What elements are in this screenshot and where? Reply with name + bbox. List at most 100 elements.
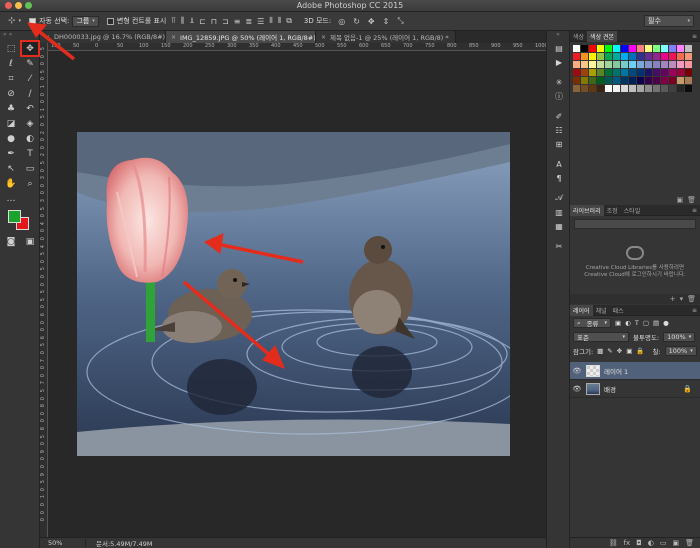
new-group-icon[interactable]: ▭: [660, 539, 667, 547]
color-swatch[interactable]: [589, 85, 596, 92]
info-panel-icon[interactable]: ⓘ: [547, 89, 571, 103]
scale-3d-icon[interactable]: ⤡: [397, 16, 403, 26]
link-layers-icon[interactable]: ⛓: [609, 539, 618, 547]
opacity-input[interactable]: 100% ▾: [663, 332, 696, 342]
color-swatch[interactable]: [645, 61, 652, 68]
orbit-3d-icon[interactable]: ◎: [338, 17, 345, 26]
color-swatch[interactable]: [677, 53, 684, 60]
add-mask-icon[interactable]: ◘: [636, 539, 642, 547]
marquee-tool-icon[interactable]: ⬚: [2, 41, 20, 56]
layer-filter-dropdown[interactable]: ⌕ 종류 ▾: [573, 318, 611, 328]
clone-stamp-tool-icon[interactable]: ♣: [2, 101, 20, 116]
lock-image-icon[interactable]: ✎: [607, 347, 612, 355]
tab-channels[interactable]: 채널: [593, 305, 610, 316]
color-swatch[interactable]: [653, 45, 660, 52]
close-tab-icon[interactable]: ×: [171, 34, 176, 41]
align-hcenter-icon[interactable]: ⊓: [211, 17, 217, 26]
visibility-eye-icon[interactable]: 👁: [570, 385, 584, 393]
character-panel-icon[interactable]: A: [547, 157, 571, 171]
tab-adjustments[interactable]: 조정: [604, 205, 621, 216]
close-tab-icon[interactable]: ×: [321, 34, 326, 41]
roll-3d-icon[interactable]: ↻: [353, 17, 360, 26]
color-swatch[interactable]: [637, 69, 644, 76]
color-swatch[interactable]: [589, 53, 596, 60]
delete-swatch-icon[interactable]: 🗑: [687, 196, 696, 204]
color-swatch[interactable]: [685, 85, 692, 92]
color-swatch[interactable]: [629, 69, 636, 76]
fill-input[interactable]: 100% ▾: [664, 346, 697, 356]
tab-document-2[interactable]: × IMG_12859.JPG @ 50% (레이어 1, RGB/8#) *: [166, 31, 316, 43]
filter-shape-icon[interactable]: ▢: [643, 319, 649, 327]
color-swatch[interactable]: [661, 61, 668, 68]
color-swatch[interactable]: [637, 45, 644, 52]
color-swatch[interactable]: [597, 61, 604, 68]
dodge-tool-icon[interactable]: ◐: [21, 131, 39, 146]
color-swatch[interactable]: [677, 85, 684, 92]
color-swatch[interactable]: [597, 77, 604, 84]
filter-adjustment-icon[interactable]: ◐: [625, 319, 631, 327]
color-swatch[interactable]: [621, 77, 628, 84]
adjustments-panel-icon[interactable]: ✳: [547, 75, 571, 89]
color-swatch[interactable]: [621, 69, 628, 76]
color-swatch[interactable]: [581, 61, 588, 68]
layer-row-background[interactable]: 👁 배경 🔒: [570, 380, 700, 398]
horizontal-ruler[interactable]: 1005005010015020025030035040045050055060…: [48, 43, 546, 51]
color-swatch[interactable]: [637, 85, 644, 92]
color-swatch[interactable]: [677, 77, 684, 84]
document-canvas[interactable]: [77, 132, 510, 456]
filter-toggle-icon[interactable]: ●: [663, 319, 669, 327]
distribute-top-icon[interactable]: ≡: [234, 17, 241, 26]
glyphs-panel-icon[interactable]: 𝒜: [547, 191, 571, 205]
color-swatch[interactable]: [613, 53, 620, 60]
color-swatch[interactable]: [573, 85, 580, 92]
paragraph-panel-icon[interactable]: ¶: [547, 171, 571, 185]
color-swatch[interactable]: [605, 45, 612, 52]
distribute-vcenter-icon[interactable]: ≣: [245, 17, 252, 26]
lock-position-icon[interactable]: ✥: [617, 347, 622, 355]
color-swatch[interactable]: [629, 77, 636, 84]
color-swatch[interactable]: [629, 45, 636, 52]
healing-brush-tool-icon[interactable]: ⊘: [2, 86, 20, 101]
tab-swatches[interactable]: 색상 견본: [587, 30, 618, 42]
lock-all-icon[interactable]: 🔒: [636, 347, 644, 355]
color-swatch[interactable]: [589, 61, 596, 68]
filter-pixel-icon[interactable]: ▣: [615, 319, 621, 327]
color-swatch[interactable]: [613, 45, 620, 52]
tab-layers[interactable]: 레이어: [570, 304, 593, 316]
workspace-switcher[interactable]: 필수 ▾: [644, 15, 694, 27]
lock-transparent-icon[interactable]: ▩: [597, 347, 603, 355]
tab-paths[interactable]: 패스: [610, 305, 627, 316]
brushes-panel-icon[interactable]: ✐: [547, 109, 571, 123]
color-swatch[interactable]: [669, 77, 676, 84]
color-swatch[interactable]: [685, 61, 692, 68]
filter-smart-object-icon[interactable]: ▤: [653, 319, 659, 327]
color-swatch[interactable]: [685, 45, 692, 52]
foreground-color-swatch[interactable]: [8, 210, 21, 223]
layer-row-layer-1[interactable]: 👁 레이어 1: [570, 362, 700, 380]
history-brush-tool-icon[interactable]: ↶: [21, 101, 39, 116]
color-swatch[interactable]: [573, 69, 580, 76]
new-layer-icon[interactable]: ▣: [672, 539, 679, 547]
color-swatch[interactable]: [581, 45, 588, 52]
swatches-grid[interactable]: [570, 42, 700, 92]
auto-align-icon[interactable]: ⧉: [286, 16, 292, 26]
color-swatch[interactable]: [573, 45, 580, 52]
edit-toolbar-icon[interactable]: …: [2, 191, 20, 206]
color-swatch[interactable]: [677, 69, 684, 76]
visibility-eye-icon[interactable]: 👁: [570, 367, 584, 375]
notes-panel-icon[interactable]: ▦: [547, 219, 571, 233]
distribute-left-icon[interactable]: ⦀: [269, 16, 273, 26]
new-adjustment-icon[interactable]: ◐: [648, 539, 654, 547]
color-swatch[interactable]: [573, 53, 580, 60]
color-swatch[interactable]: [613, 85, 620, 92]
color-swatch[interactable]: [669, 45, 676, 52]
properties-panel-icon[interactable]: ☷: [547, 123, 571, 137]
color-swatch[interactable]: [589, 45, 596, 52]
color-swatch[interactable]: [685, 69, 692, 76]
align-left-icon[interactable]: ⊏: [199, 17, 206, 26]
styles-panel-icon[interactable]: ▥: [547, 205, 571, 219]
color-swatch[interactable]: [581, 53, 588, 60]
dock-grip-icon[interactable]: «: [547, 31, 569, 41]
color-swatch[interactable]: [621, 85, 628, 92]
color-swatch[interactable]: [621, 61, 628, 68]
